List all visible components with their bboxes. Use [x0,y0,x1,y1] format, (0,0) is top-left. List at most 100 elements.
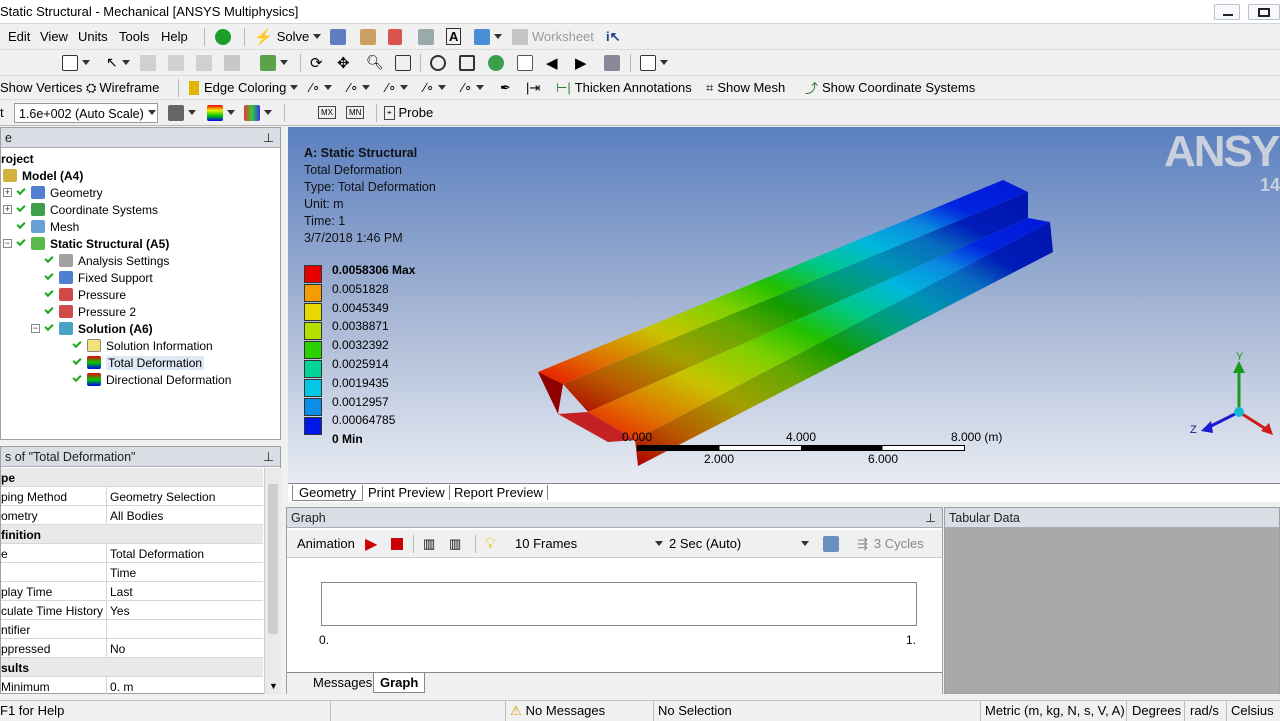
status-rate-unit[interactable]: rad/s [1190,703,1219,721]
distributed-frames-icon[interactable]: ▥ [423,530,435,557]
probe-button[interactable]: ⌖ Probe [384,100,433,125]
frames-dropdown[interactable]: 10 Frames [511,530,663,557]
zoom-fit-icon[interactable] [430,50,446,75]
image-icon[interactable] [474,24,502,49]
show-coordinate-systems-button[interactable]: ⤴ Show Coordinate Systems [805,76,975,99]
extend-selection-icon[interactable] [260,50,288,75]
tree-model[interactable]: Model (A4) [3,167,83,184]
pin-icon[interactable]: ⊥ [263,130,274,145]
tree-analysis-settings[interactable]: Analysis Settings [44,252,169,269]
tree-pressure[interactable]: Pressure [44,286,126,303]
edge-display-icon-3[interactable]: ⁄∘ [386,76,409,99]
details-value[interactable]: Last [106,582,263,600]
fill-icon[interactable] [418,24,434,49]
details-value[interactable]: Geometry Selection [106,487,263,505]
tab-messages[interactable]: Messages [307,675,378,690]
menu-tools[interactable]: Tools [119,24,149,49]
show-mesh-button[interactable]: ⌗ Show Mesh [706,76,785,99]
tree-total-deformation[interactable]: Total Deformation [72,354,205,371]
rotate-icon[interactable]: ⟳ [310,50,323,75]
details-scrollbar[interactable]: ▼ [264,468,281,694]
solve-button[interactable]: ⚡ Solve [254,24,322,49]
menu-help[interactable]: Help [161,24,188,49]
pin-icon[interactable]: ⊥ [925,510,936,525]
edge-display-icon-1[interactable]: ⁄∘ [310,76,333,99]
show-vertices-button[interactable]: Show Vertices [0,76,82,99]
edge-display-icon-5[interactable]: ⁄∘ [462,76,485,99]
expand-icon[interactable]: + [3,205,12,214]
zoom-box-icon[interactable] [459,50,475,75]
thicken-annotations-button[interactable]: ⊢| Thicken Annotations [556,76,692,99]
edge-display-icon-2[interactable]: ⁄∘ [348,76,371,99]
details-row[interactable]: Minimum 0. m [1,677,263,694]
tree-solution[interactable]: − Solution (A6) [31,320,153,337]
lightbulb-icon[interactable]: 💡︎ [485,530,496,557]
info-pointer-icon[interactable]: i↖ [606,24,621,49]
tree-static-structural[interactable]: − Static Structural (A5) [3,235,169,252]
details-row[interactable]: culate Time History Yes [1,601,263,620]
result-sets-icon[interactable]: ▥ [449,530,461,557]
previous-view-icon[interactable]: ◀ [546,50,558,75]
export-video-icon[interactable] [823,530,839,557]
details-value[interactable]: No [106,639,263,657]
min-label-icon[interactable]: MN [346,100,365,125]
formula-icon[interactable] [388,24,402,49]
play-icon[interactable]: ▶ [365,530,377,557]
graph-plot-area[interactable] [321,582,917,626]
tree-solution-information[interactable]: Solution Information [72,337,213,354]
maximize-button[interactable] [1248,4,1280,20]
expand-icon[interactable]: + [3,188,12,197]
select-mode-icon[interactable] [62,50,90,75]
details-value[interactable]: Yes [106,601,263,619]
select-face-icon[interactable] [140,50,156,75]
details-value[interactable]: All Bodies [106,506,263,524]
details-value[interactable]: Total Deformation [106,544,263,562]
edges-display-icon[interactable] [244,100,272,125]
collapse-icon[interactable]: − [3,239,12,248]
tab-print-preview[interactable]: Print Preview [368,485,450,500]
new-analysis-icon[interactable] [330,24,346,49]
scale-dropdown[interactable]: 1.6e+002 (Auto Scale) [14,100,170,125]
spell-check-icon[interactable] [360,24,376,49]
status-temperature-unit[interactable]: Celsius [1231,703,1274,721]
max-label-icon[interactable]: MX [318,100,336,125]
zoom-icon[interactable]: 🔍︎ [366,50,384,75]
details-row[interactable]: play Time Last [1,582,263,601]
tree-mesh[interactable]: Mesh [16,218,79,235]
details-value[interactable]: 0. m [106,677,263,694]
tab-report-preview[interactable]: Report Preview [454,485,548,500]
edge-coloring-button[interactable]: Edge Coloring [189,76,299,99]
tree-project[interactable]: roject [1,150,34,167]
tab-graph[interactable]: Graph [373,673,426,693]
details-row[interactable]: e Total Deformation [1,544,263,563]
tree-geometry[interactable]: + Geometry [3,184,103,201]
duration-dropdown[interactable]: 2 Sec (Auto) [665,530,809,557]
details-row[interactable]: Time [1,563,263,582]
tab-geometry[interactable]: Geometry [292,485,364,501]
minimize-button[interactable] [1214,4,1240,20]
box-zoom-icon[interactable] [395,50,411,75]
cycles-button[interactable]: ⇶ 3 Cycles [857,530,924,557]
wireframe-button[interactable]: ⛭ Wireframe [86,76,159,99]
thicken-icon[interactable]: |⇥ [526,76,540,99]
tree-coordinate-systems[interactable]: + Coordinate Systems [3,201,158,218]
isometric-view-icon[interactable] [604,50,620,75]
pan-icon[interactable]: ✥ [337,50,350,75]
viewports-icon[interactable] [640,50,668,75]
graphics-viewport[interactable]: A: Static Structural Total Deformation T… [288,127,1280,483]
select-edge-icon[interactable] [168,50,184,75]
geometry-display-icon[interactable] [168,100,196,125]
menu-edit[interactable]: Edit [8,24,30,49]
select-body-icon[interactable] [224,50,240,75]
details-row[interactable]: ppressed No [1,639,263,658]
status-messages[interactable]: ⚠ No Messages [510,703,605,721]
status-unit-system[interactable]: Metric (m, kg, N, s, V, A) [985,703,1125,721]
next-view-icon[interactable]: ▶ [575,50,587,75]
menu-view[interactable]: View [40,24,68,49]
text-annotation-icon[interactable]: A [446,24,462,49]
edge-display-icon-4[interactable]: ⁄∘ [424,76,447,99]
details-value[interactable] [106,620,263,638]
tree-fixed-support[interactable]: Fixed Support [44,269,153,286]
zoom-to-fit-icon[interactable] [488,50,504,75]
collapse-icon[interactable]: − [31,324,40,333]
